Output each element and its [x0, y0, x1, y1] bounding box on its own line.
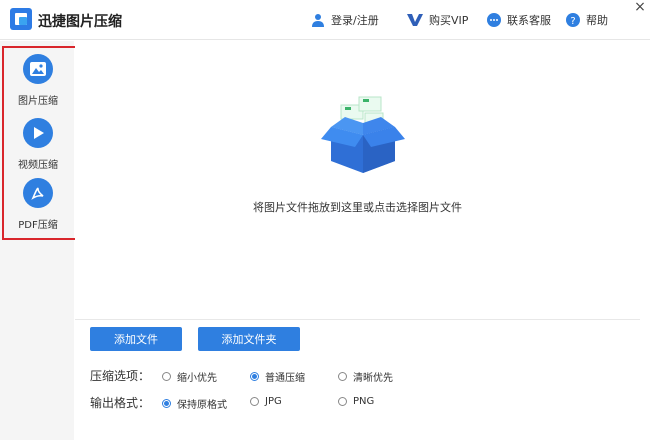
sidebar-item-label: 视频压缩	[18, 160, 58, 171]
play-icon	[23, 118, 53, 148]
radio-dot	[338, 372, 347, 381]
pdf-icon	[23, 178, 53, 208]
radio-normal-compress[interactable]: 普通压缩	[250, 369, 305, 384]
file-drop-zone[interactable]: 将图片文件拖放到这里或点击选择图片文件	[75, 41, 640, 319]
help-label: 帮助	[586, 14, 608, 27]
svg-text:?: ?	[570, 16, 575, 27]
compress-options-row: 压缩选项：	[90, 366, 162, 384]
sidebar-item-label: PDF压缩	[18, 220, 58, 231]
open-box-icon	[315, 95, 411, 175]
radio-label: JPG	[265, 396, 282, 407]
output-format-row: 输出格式：	[90, 393, 162, 411]
title-bar: 迅捷图片压缩 登录/注册 购买VIP 联系客服 ? 帮助 ×	[0, 0, 650, 40]
chat-icon	[487, 13, 501, 27]
radio-label: 缩小优先	[177, 373, 217, 384]
sidebar-item-video-compress[interactable]: 视频压缩	[8, 118, 68, 180]
radio-dot	[162, 372, 171, 381]
compress-options-label: 压缩选项：	[90, 368, 151, 383]
login-register-link[interactable]: 登录/注册	[311, 10, 379, 30]
help-link[interactable]: ? 帮助	[566, 10, 608, 30]
divider	[75, 319, 640, 320]
radio-label: 保持原格式	[177, 400, 227, 411]
output-format-label: 输出格式：	[90, 395, 151, 410]
radio-dot	[250, 372, 259, 381]
radio-dot	[162, 399, 171, 408]
radio-shrink-priority[interactable]: 缩小优先	[162, 369, 217, 384]
close-window-button[interactable]: ×	[630, 0, 650, 16]
radio-dot	[338, 397, 347, 406]
drop-hint-text: 将图片文件拖放到这里或点击选择图片文件	[253, 201, 462, 214]
radio-label: PNG	[353, 396, 375, 407]
user-icon	[311, 13, 325, 27]
buy-vip-link[interactable]: 购买VIP	[407, 10, 468, 30]
vip-icon	[407, 13, 423, 27]
image-icon	[23, 54, 53, 84]
radio-dot	[250, 397, 259, 406]
add-folder-button[interactable]: 添加文件夹	[198, 327, 300, 351]
help-icon: ?	[566, 13, 580, 27]
add-file-button[interactable]: 添加文件	[90, 327, 182, 351]
sidebar-item-pdf-compress[interactable]: PDF压缩	[8, 178, 68, 240]
radio-jpg[interactable]: JPG	[250, 396, 282, 407]
radio-keep-format[interactable]: 保持原格式	[162, 396, 227, 411]
app-logo-icon	[10, 8, 32, 30]
radio-label: 普通压缩	[265, 373, 305, 384]
app-title: 迅捷图片压缩	[38, 14, 122, 30]
login-register-label: 登录/注册	[331, 14, 379, 27]
radio-label: 清晰优先	[353, 373, 393, 384]
sidebar-item-image-compress[interactable]: 图片压缩	[8, 54, 68, 116]
contact-service-label: 联系客服	[507, 14, 551, 27]
radio-clarity-priority[interactable]: 清晰优先	[338, 369, 393, 384]
contact-service-link[interactable]: 联系客服	[487, 10, 551, 30]
buy-vip-label: 购买VIP	[429, 14, 469, 27]
sidebar-item-label: 图片压缩	[18, 96, 58, 107]
radio-png[interactable]: PNG	[338, 396, 374, 407]
